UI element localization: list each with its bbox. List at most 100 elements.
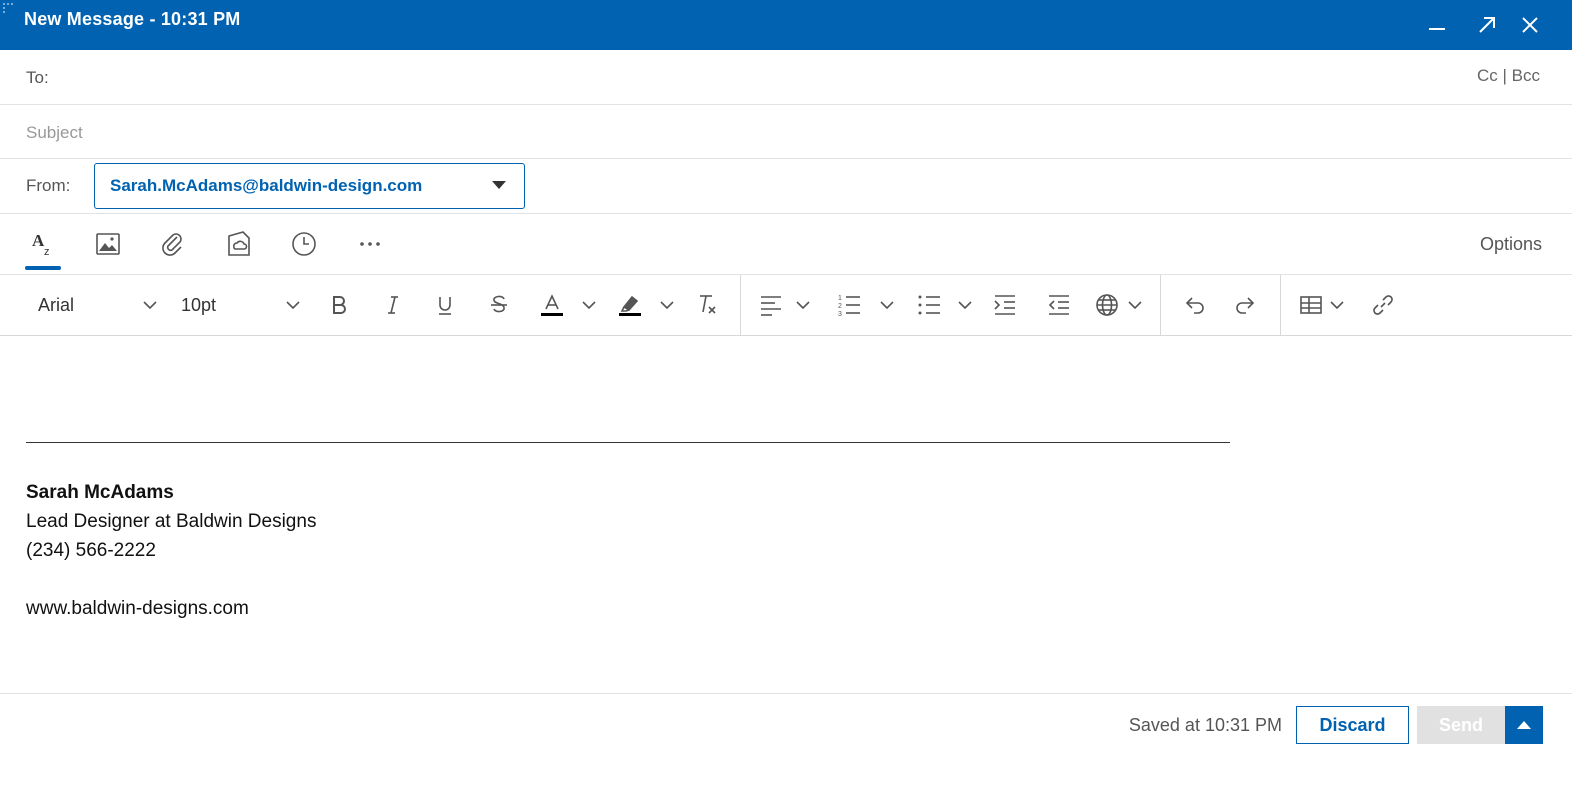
align-dropdown[interactable] bbox=[792, 287, 814, 323]
bold-button[interactable] bbox=[324, 287, 354, 323]
chevron-down-icon bbox=[286, 301, 300, 310]
to-input[interactable] bbox=[70, 62, 1420, 92]
indent-decrease-icon bbox=[1048, 295, 1069, 315]
chevron-down-icon bbox=[660, 301, 674, 310]
numbered-list-dropdown[interactable] bbox=[876, 287, 898, 323]
minimize-button[interactable] bbox=[1422, 10, 1452, 40]
font-family-value: Arial bbox=[38, 294, 75, 315]
from-address: Sarah.McAdams@baldwin-design.com bbox=[110, 176, 423, 195]
cloud-attach-tab[interactable] bbox=[221, 226, 257, 262]
attach-file-tab[interactable] bbox=[155, 226, 191, 262]
window-titlebar: New Message - 10:31 PM bbox=[0, 0, 1572, 50]
link-icon bbox=[1373, 295, 1393, 315]
chevron-down-icon bbox=[1330, 301, 1344, 310]
underline-button[interactable] bbox=[430, 287, 460, 323]
language-dropdown[interactable] bbox=[1124, 287, 1146, 323]
highlight-dropdown[interactable] bbox=[656, 287, 678, 323]
svg-text:1: 1 bbox=[838, 295, 842, 302]
toolbar-divider bbox=[1280, 275, 1281, 336]
table-icon bbox=[1300, 296, 1322, 314]
toolbar-divider bbox=[740, 275, 741, 336]
image-icon bbox=[96, 233, 120, 255]
underline-icon bbox=[439, 297, 451, 315]
subject-input[interactable] bbox=[26, 119, 1526, 147]
to-row: To: Cc | Bcc bbox=[0, 50, 1572, 105]
font-size-value: 10pt bbox=[181, 294, 217, 315]
undo-button[interactable] bbox=[1178, 287, 1208, 323]
signature-phone: (234) 566-2222 bbox=[26, 540, 156, 561]
close-icon bbox=[1522, 17, 1538, 33]
svg-text:2: 2 bbox=[838, 303, 842, 310]
undo-icon bbox=[1185, 297, 1204, 314]
strikethrough-icon bbox=[491, 295, 507, 313]
language-button[interactable] bbox=[1092, 287, 1122, 323]
insert-table-button[interactable] bbox=[1296, 287, 1326, 323]
font-color-button[interactable] bbox=[536, 287, 568, 323]
chevron-down-icon bbox=[582, 301, 596, 310]
chevron-down-icon bbox=[796, 301, 810, 310]
bullet-list-button[interactable] bbox=[914, 287, 944, 323]
insert-link-button[interactable] bbox=[1368, 287, 1398, 323]
redo-button[interactable] bbox=[1232, 287, 1262, 323]
bold-icon bbox=[333, 296, 346, 314]
highlighter-icon bbox=[619, 295, 641, 316]
window-title: New Message - 10:31 PM bbox=[24, 9, 241, 29]
chevron-down-icon bbox=[958, 301, 972, 310]
signature-role: Lead Designer at Baldwin Designs bbox=[26, 511, 317, 532]
send-button[interactable]: Send bbox=[1417, 706, 1505, 744]
italic-button[interactable] bbox=[378, 287, 408, 323]
chevron-down-icon bbox=[880, 301, 894, 310]
caret-down-icon bbox=[492, 181, 506, 189]
globe-icon bbox=[1096, 294, 1118, 316]
font-color-dropdown[interactable] bbox=[578, 287, 600, 323]
svg-text:3: 3 bbox=[838, 311, 842, 318]
format-text-icon: A z bbox=[32, 231, 50, 258]
decrease-indent-button[interactable] bbox=[1044, 287, 1074, 323]
active-tab-indicator bbox=[25, 266, 61, 270]
increase-indent-button[interactable] bbox=[990, 287, 1020, 323]
send-options-button[interactable] bbox=[1505, 706, 1543, 744]
more-tab[interactable] bbox=[352, 226, 388, 262]
chevron-down-icon bbox=[143, 301, 157, 310]
redo-icon bbox=[1236, 297, 1255, 314]
signature-name: Sarah McAdams bbox=[26, 482, 174, 503]
message-body[interactable]: Sarah McAdams Lead Designer at Baldwin D… bbox=[0, 336, 1572, 694]
from-row: From: Sarah.McAdams@baldwin-design.com bbox=[0, 159, 1572, 214]
close-button[interactable] bbox=[1515, 10, 1545, 40]
to-label: To: bbox=[26, 68, 49, 87]
saved-status: Saved at 10:31 PM bbox=[1128, 715, 1282, 735]
strikethrough-button[interactable] bbox=[484, 287, 514, 323]
minimize-icon bbox=[1429, 28, 1445, 30]
align-button[interactable] bbox=[756, 287, 786, 323]
indent-increase-icon bbox=[994, 295, 1015, 315]
numbered-list-button[interactable]: 1 2 3 bbox=[834, 287, 864, 323]
bullet-list-dropdown[interactable] bbox=[954, 287, 976, 323]
options-link[interactable]: Options bbox=[1480, 234, 1542, 255]
format-text-tab[interactable]: A z bbox=[25, 226, 61, 262]
compose-toolbar: A z Options bbox=[0, 214, 1572, 275]
font-family-select[interactable]: Arial bbox=[38, 287, 162, 323]
cloud-attachment-icon bbox=[228, 231, 250, 256]
clear-formatting-icon bbox=[700, 295, 716, 314]
font-color-icon bbox=[541, 294, 563, 316]
compose-footer: Saved at 10:31 PM Discard Send bbox=[0, 694, 1572, 788]
discard-button[interactable]: Discard bbox=[1296, 706, 1409, 744]
highlight-button[interactable] bbox=[614, 287, 646, 323]
drag-grip-icon[interactable] bbox=[2, 2, 14, 14]
attachment-icon bbox=[162, 233, 182, 256]
from-label: From: bbox=[26, 176, 71, 195]
bullet-list-icon bbox=[918, 295, 940, 315]
italic-icon bbox=[388, 296, 398, 314]
signature-divider bbox=[26, 442, 1230, 443]
insert-image-tab[interactable] bbox=[90, 226, 126, 262]
popout-button[interactable] bbox=[1472, 10, 1502, 40]
numbered-list-icon: 1 2 3 bbox=[838, 295, 860, 318]
font-size-select[interactable]: 10pt bbox=[181, 287, 305, 323]
insert-table-dropdown[interactable] bbox=[1326, 287, 1348, 323]
toolbar-divider bbox=[1160, 275, 1161, 336]
clear-formatting-button[interactable] bbox=[692, 287, 722, 323]
signature-website: www.baldwin-designs.com bbox=[26, 598, 249, 619]
from-dropdown[interactable]: Sarah.McAdams@baldwin-design.com bbox=[94, 163, 525, 209]
cc-bcc-link[interactable]: Cc | Bcc bbox=[1477, 66, 1540, 86]
schedule-tab[interactable] bbox=[286, 226, 322, 262]
